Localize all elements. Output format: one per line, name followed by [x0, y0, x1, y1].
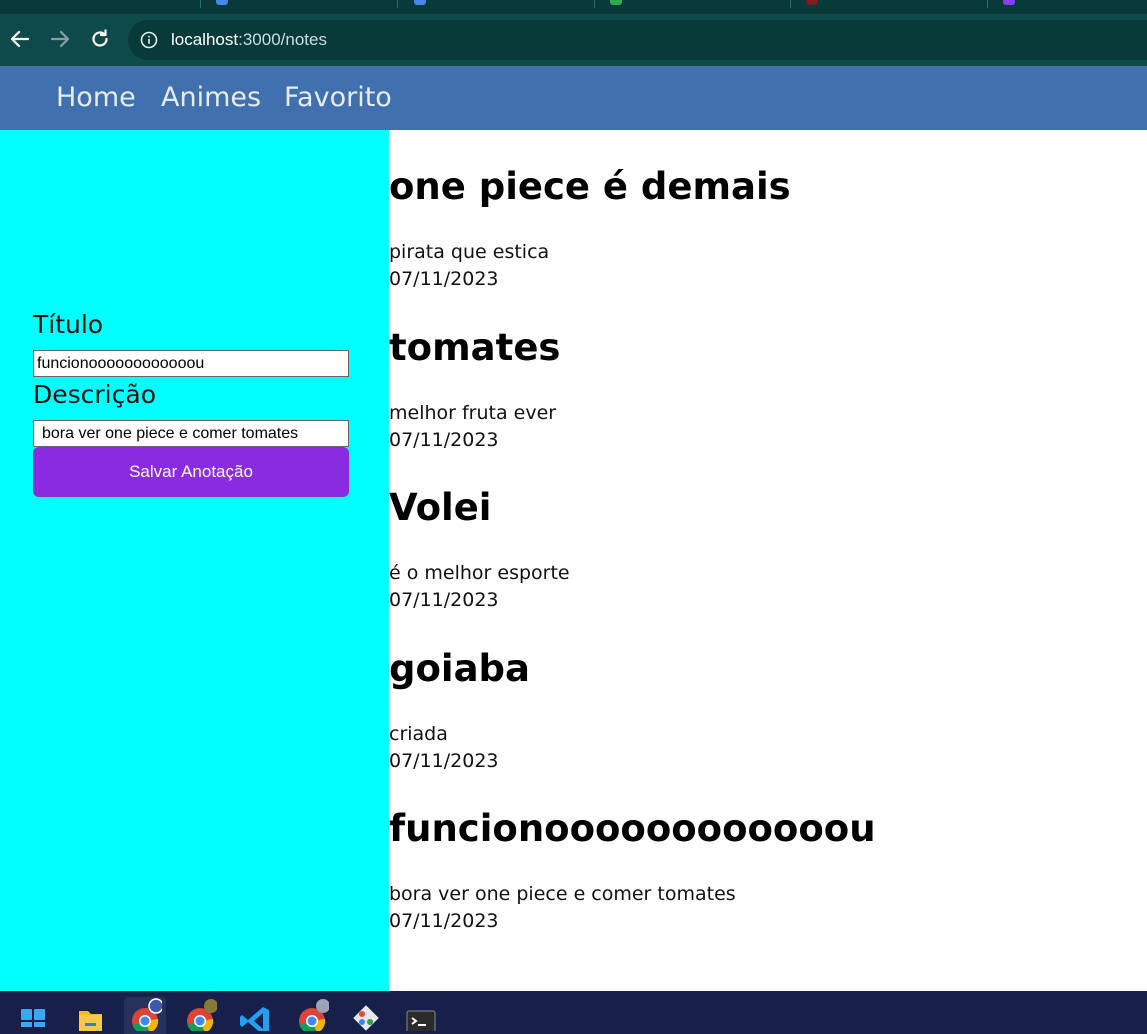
tab-separator: [397, 0, 398, 8]
browser-toolbar: localhost:3000/notes: [0, 14, 1147, 66]
tab-separator: [594, 0, 595, 8]
note-title: tomates: [389, 326, 561, 369]
note-date: 07/11/2023: [389, 589, 499, 611]
taskbar-terminal[interactable]: [399, 997, 441, 1034]
url-path: :3000/notes: [238, 30, 327, 49]
reload-icon: [92, 29, 108, 47]
note-date: 07/11/2023: [389, 429, 499, 451]
vscode-icon: [240, 1007, 269, 1031]
windows-start-icon: [21, 1009, 45, 1027]
note-title: funcionoooooooooooou: [389, 807, 876, 850]
note-description: pirata que estica: [389, 241, 550, 263]
browser-tab-strip: [0, 0, 1147, 14]
note-title: goiaba: [389, 647, 531, 690]
nav-link-animes[interactable]: Animes: [161, 82, 261, 113]
taskbar-chrome-profile-2[interactable]: [291, 997, 333, 1034]
git-icon: [353, 1005, 379, 1031]
app-navbar: Home Animes Favorito: [0, 66, 1147, 130]
forward-button[interactable]: [47, 26, 73, 52]
note-date: 07/11/2023: [389, 268, 499, 290]
windows-taskbar: [0, 991, 1147, 1034]
note-description: criada: [389, 723, 448, 745]
note-date: 07/11/2023: [389, 910, 499, 932]
note-description: bora ver one piece e comer tomates: [389, 883, 736, 905]
chrome-profile-icon: [187, 999, 217, 1031]
taskbar-chrome-profile[interactable]: [179, 997, 221, 1034]
tab-favicon[interactable]: [414, 0, 426, 5]
nav-link-favorito[interactable]: Favorito: [284, 82, 392, 113]
description-input[interactable]: [33, 420, 349, 447]
info-icon[interactable]: [140, 31, 158, 49]
file-explorer-icon: [79, 1011, 102, 1031]
arrow-left-icon: [10, 30, 30, 48]
nav-link-home[interactable]: Home: [56, 82, 136, 113]
address-bar[interactable]: localhost:3000/notes: [128, 20, 1147, 60]
arrow-right-icon: [50, 30, 70, 48]
back-button[interactable]: [7, 26, 33, 52]
note-date: 07/11/2023: [389, 750, 499, 772]
tab-separator: [987, 0, 988, 8]
note-form-sidebar: Título Descrição Salvar Anotação: [0, 130, 389, 991]
taskbar-chrome[interactable]: [124, 997, 166, 1034]
title-label: Título: [33, 310, 104, 339]
note-description: melhor fruta ever: [389, 402, 557, 424]
tab-favicon[interactable]: [216, 0, 228, 5]
description-label: Descrição: [33, 380, 156, 409]
note-title: one piece é demais: [389, 165, 791, 208]
taskbar-git[interactable]: [345, 997, 387, 1034]
note-description: é o melhor esporte: [389, 562, 570, 584]
address-url[interactable]: localhost:3000/notes: [171, 30, 327, 50]
notes-list: one piece é demais pirata que estica 07/…: [389, 130, 1147, 991]
tab-favicon[interactable]: [806, 0, 818, 5]
note-title: Volei: [389, 486, 492, 529]
chrome-profile-icon: [299, 999, 329, 1031]
terminal-icon: [406, 1010, 436, 1031]
tab-separator: [790, 0, 791, 8]
tab-favicon[interactable]: [1003, 0, 1015, 5]
taskbar-vscode[interactable]: [234, 997, 276, 1034]
start-button[interactable]: [12, 997, 54, 1034]
url-host: localhost: [171, 30, 239, 49]
reload-button[interactable]: [87, 26, 113, 52]
tab-favicon[interactable]: [610, 0, 622, 5]
tab-separator: [200, 0, 201, 8]
taskbar-file-explorer[interactable]: [69, 997, 111, 1034]
chrome-icon: [132, 998, 162, 1031]
title-input[interactable]: [33, 350, 349, 377]
save-note-button[interactable]: Salvar Anotação: [33, 447, 349, 497]
